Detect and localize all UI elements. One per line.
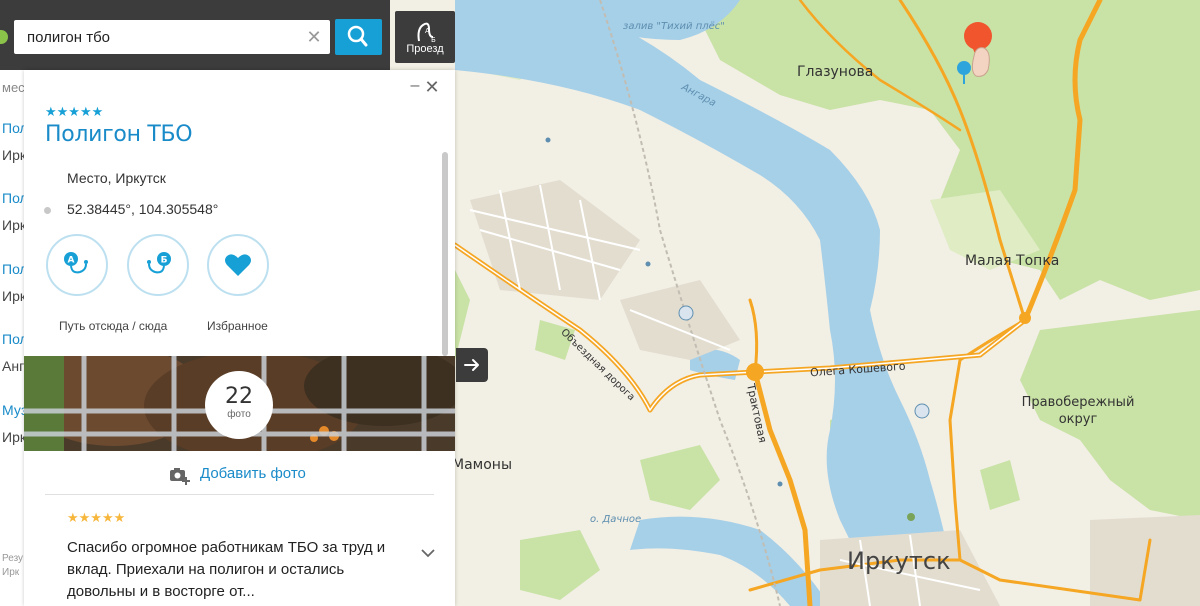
review-rating-stars: ★★★★★ [67, 510, 126, 525]
minimize-button[interactable]: – [408, 78, 422, 94]
logo-icon [0, 30, 8, 44]
heart-icon [225, 254, 251, 276]
map-label-mamony: Мамоны [452, 457, 512, 473]
list-footer: Резу [2, 553, 24, 564]
list-item-subtitle: Ирк [2, 429, 25, 445]
list-item-title[interactable]: Пол [2, 190, 24, 206]
list-header: мест [2, 80, 25, 95]
expand-panel-button[interactable] [456, 348, 488, 382]
favorite-action-label: Избранное [207, 319, 268, 333]
clear-search-button[interactable]: ✕ [304, 27, 324, 47]
route-button[interactable]: А Б Проезд [395, 11, 455, 63]
close-icon[interactable]: ✕ [424, 78, 440, 96]
results-list: мест Пол Ирк Пол Ирк Пол Ирк Пол Анг Муз… [0, 70, 25, 606]
search-input[interactable] [14, 20, 307, 54]
place-title[interactable]: Полигон ТБО [45, 122, 193, 147]
svg-text:А: А [68, 256, 75, 266]
search-icon [347, 25, 368, 47]
list-item-title[interactable]: Муз [2, 402, 24, 418]
rating-stars: ★★★★★ [45, 104, 104, 119]
card-scrollbar[interactable] [442, 152, 448, 356]
map-label-zaliv: залив "Тихий плёс" [623, 21, 725, 32]
list-item-subtitle: Ирк [2, 217, 25, 233]
svg-text:А: А [425, 27, 430, 35]
list-item-title[interactable]: Пол [2, 120, 24, 136]
chevron-down-icon[interactable] [419, 546, 437, 560]
favorite-button[interactable] [207, 234, 269, 296]
search-box: ✕ [14, 20, 330, 54]
route-from-icon: А [64, 252, 88, 274]
coordinates-dot-icon [44, 207, 51, 214]
camera-plus-icon [170, 468, 190, 485]
place-type: Место, Иркутск [67, 170, 166, 186]
review-text: Спасибо огромное работникам ТБО за труд … [67, 539, 386, 600]
list-item-subtitle: Ирк [2, 288, 25, 304]
search-button[interactable] [335, 19, 382, 55]
svg-text:Б: Б [161, 256, 168, 266]
route-button-label: Проезд [406, 43, 444, 55]
list-footer: Ирк [2, 567, 20, 578]
photo-count: 22 [225, 384, 253, 409]
photo-count-badge[interactable]: 22 фото [205, 371, 273, 439]
map-label-dachnoe: о. Дачное [590, 514, 642, 525]
search-toolbar: ✕ [0, 0, 390, 70]
route-to-icon: Б [147, 252, 171, 274]
route-action-label: Путь отсюда / сюда [59, 319, 168, 333]
list-item-title[interactable]: Пол [2, 331, 24, 347]
map-label-glazunova: Глазунова [797, 64, 874, 80]
place-card: – ✕ ★★★★★ Полигон ТБО Место, Иркутск 52.… [24, 70, 455, 606]
route-from-button[interactable]: А [46, 234, 108, 296]
photo-count-label: фото [227, 409, 251, 420]
divider [45, 494, 434, 495]
list-item-subtitle: Ирк [2, 147, 25, 163]
list-item-subtitle: Анг [2, 358, 25, 374]
map-label-pravoberezhny: Правобережный округ [1021, 395, 1135, 427]
map-label-malaya-topka: Малая Топка [965, 253, 1060, 269]
list-item-title[interactable]: Пол [2, 261, 24, 277]
add-photo-label: Добавить фото [200, 465, 306, 482]
arrow-right-icon [464, 359, 479, 371]
coordinates: 52.38445°, 104.305548° [67, 201, 219, 217]
route-to-button[interactable]: Б [127, 234, 189, 296]
map-label-irkutsk: Иркутск [847, 547, 951, 575]
